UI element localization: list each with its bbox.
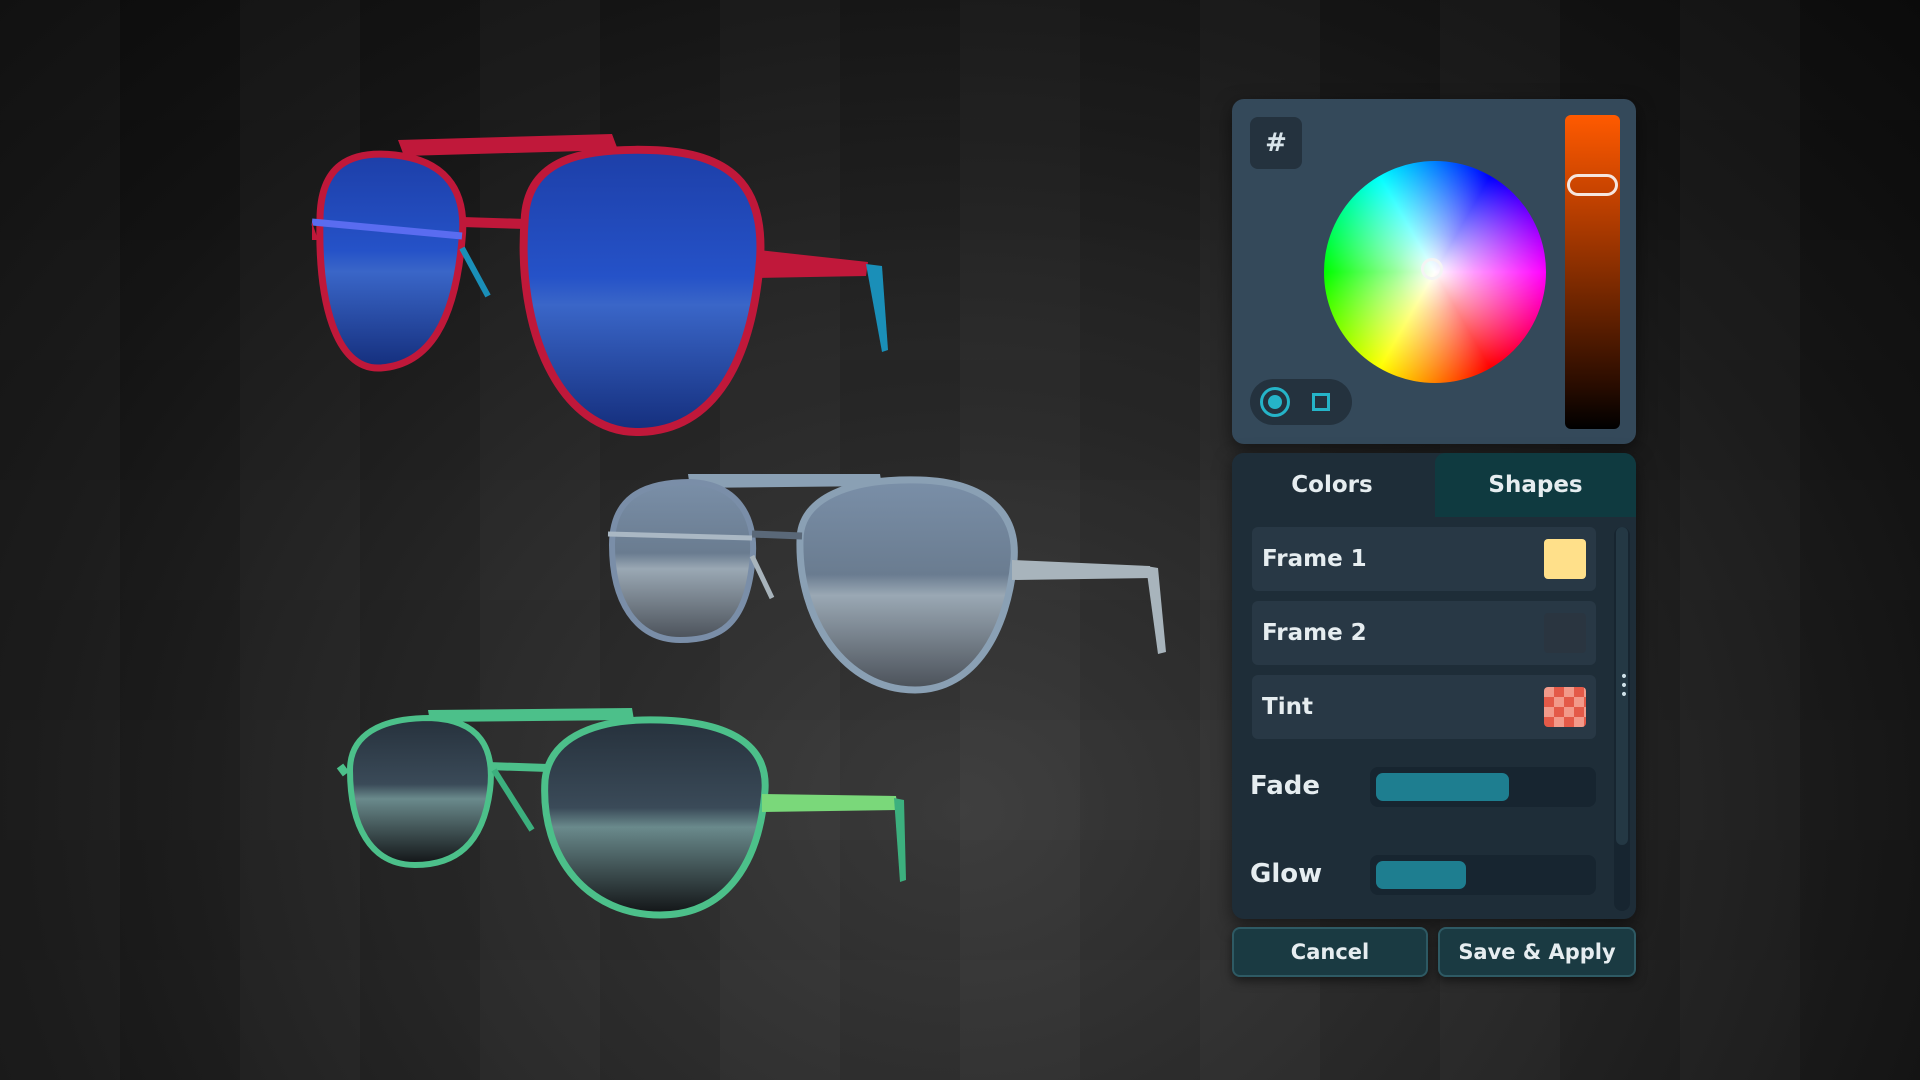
tab-colors-label: Colors [1291, 472, 1373, 498]
hex-input-button[interactable]: # [1250, 117, 1302, 169]
color-row-label: Tint [1262, 694, 1313, 720]
fade-slider[interactable] [1370, 767, 1596, 807]
cancel-button[interactable]: Cancel [1232, 927, 1428, 977]
color-swatch-tint[interactable] [1544, 687, 1586, 727]
wheel-cursor[interactable] [1421, 258, 1443, 280]
hue-saturation-wheel[interactable] [1324, 161, 1546, 383]
tab-shapes[interactable]: Shapes [1435, 453, 1636, 517]
glasses-green-frame[interactable] [336, 708, 906, 919]
color-row-tint[interactable]: Tint [1252, 675, 1596, 739]
color-row-label: Frame 1 [1262, 546, 1367, 572]
circle-shape-icon[interactable] [1260, 387, 1290, 417]
color-row-frame-2[interactable]: Frame 2 [1252, 601, 1596, 665]
scrollbar-thumb[interactable]: • • • [1616, 527, 1628, 845]
grip-dots-icon: • • • [1619, 669, 1629, 703]
glasses-grey-frame[interactable] [607, 474, 1166, 694]
color-row-frame-1[interactable]: Frame 1 [1252, 527, 1596, 591]
color-picker-panel: # [1232, 99, 1636, 444]
glow-label: Glow [1250, 859, 1323, 889]
tab-shapes-label: Shapes [1488, 472, 1583, 498]
brightness-slider[interactable] [1565, 115, 1620, 429]
tab-colors[interactable]: Colors [1232, 453, 1432, 517]
color-swatch-frame-1[interactable] [1544, 539, 1586, 579]
glasses-red-frame[interactable] [311, 134, 888, 437]
fade-label: Fade [1250, 771, 1321, 801]
brightness-slider-handle[interactable] [1567, 174, 1618, 196]
square-shape-icon[interactable] [1312, 393, 1330, 411]
hash-icon: # [1265, 128, 1287, 158]
fade-slider-fill [1376, 773, 1509, 801]
glow-slider-fill [1376, 861, 1466, 889]
glow-slider[interactable] [1370, 855, 1596, 895]
color-row-label: Frame 2 [1262, 620, 1367, 646]
properties-scrollbar[interactable]: • • • [1614, 527, 1630, 911]
picker-shape-toggle [1250, 379, 1352, 425]
save-apply-button[interactable]: Save & Apply [1438, 927, 1636, 977]
properties-panel: Colors Shapes Frame 1 Frame 2 Tint Fade … [1232, 453, 1636, 919]
color-swatch-frame-2[interactable] [1544, 613, 1586, 653]
